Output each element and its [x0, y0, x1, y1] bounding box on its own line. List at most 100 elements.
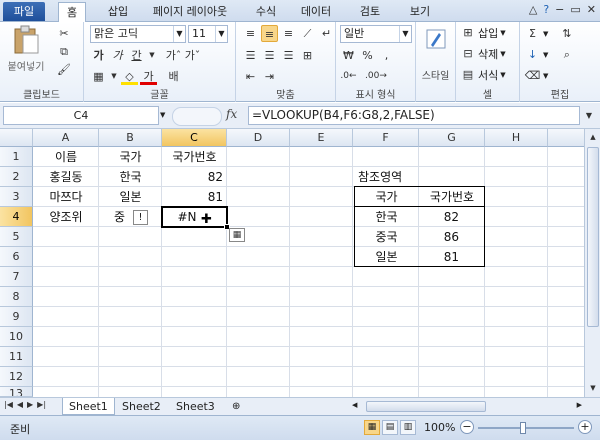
expand-formula-icon[interactable]: ▼	[582, 106, 596, 125]
active-cell-c4[interactable]	[161, 206, 228, 228]
underline-button[interactable]: 간	[128, 47, 145, 64]
row-header-1[interactable]: 1	[0, 147, 33, 167]
last-sheet-icon[interactable]: ▶|	[37, 400, 46, 409]
align-top-icon[interactable]: ≡	[242, 25, 259, 42]
cell-a3[interactable]: 마쯔다	[33, 187, 99, 207]
column-header-e[interactable]: E	[290, 129, 353, 147]
vertical-scroll-thumb[interactable]	[587, 147, 599, 327]
cell-g5[interactable]: 86	[419, 227, 485, 247]
horizontal-scrollbar[interactable]: ◀ ▶	[350, 400, 584, 414]
tab-file[interactable]: 파일	[3, 2, 45, 21]
copy-icon[interactable]: ⧉	[56, 44, 72, 60]
decrease-indent-icon[interactable]: ⇤	[242, 68, 259, 85]
font-name-select[interactable]: 맑은 고딕 ▼	[90, 25, 186, 43]
column-header-d[interactable]: D	[227, 129, 290, 147]
align-middle-icon[interactable]: ≡	[261, 25, 278, 42]
clear-icon[interactable]: ⌫	[524, 67, 541, 84]
row-header-12[interactable]: 12	[0, 367, 33, 387]
align-bottom-icon[interactable]: ≡	[280, 25, 297, 42]
scroll-down-icon[interactable]: ▼	[586, 381, 600, 396]
auto-fill-options-icon[interactable]: ▦	[229, 228, 245, 242]
zoom-slider-track[interactable]	[478, 427, 574, 429]
cell-c2[interactable]: 82	[162, 167, 227, 187]
name-box[interactable]: C4	[3, 106, 159, 125]
cell-a2[interactable]: 홍길동	[33, 167, 99, 187]
tab-formulas[interactable]: 수식	[246, 2, 286, 21]
zoom-level[interactable]: 100%	[424, 421, 455, 434]
row-header-2[interactable]: 2	[0, 167, 33, 187]
column-header-h[interactable]: H	[485, 129, 548, 147]
cell-b3[interactable]: 일본	[99, 187, 162, 207]
tab-data[interactable]: 데이터	[294, 2, 338, 21]
fill-icon[interactable]: ↓	[524, 46, 541, 63]
delete-cells-button[interactable]: ⊟ 삭제 ▼	[460, 46, 505, 62]
increase-font-icon[interactable]: 가ˆ	[165, 47, 182, 64]
row-header-4[interactable]: 4	[0, 207, 33, 227]
insert-function-button[interactable]: fx	[226, 107, 237, 121]
bold-button[interactable]: 가	[90, 47, 107, 64]
increase-decimal-icon[interactable]: .0←	[340, 68, 357, 85]
worksheet-grid[interactable]: A B C D E F G H 1 2 3 4 5 6 7 8 9 10 11 …	[0, 129, 584, 397]
cell-c3[interactable]: 81	[162, 187, 227, 207]
horizontal-scroll-thumb[interactable]	[366, 401, 486, 412]
sheet-tab-sheet1[interactable]: Sheet1	[62, 398, 115, 415]
page-break-view-icon[interactable]: ▥	[400, 420, 416, 435]
sheet-tab-sheet3[interactable]: Sheet3	[170, 398, 221, 415]
fill-color-icon[interactable]: ◇	[121, 68, 138, 85]
cell-g3[interactable]: 국가번호	[419, 187, 485, 207]
row-header-3[interactable]: 3	[0, 187, 33, 207]
formula-input[interactable]: =VLOOKUP(B4,F6:G8,2,FALSE)	[248, 106, 580, 125]
normal-view-icon[interactable]: ▦	[364, 420, 380, 435]
border-icon[interactable]: ▦	[90, 68, 107, 85]
format-cells-button[interactable]: ▤ 서식 ▼	[460, 67, 506, 83]
vertical-scrollbar[interactable]: ▲ ▼	[584, 129, 600, 397]
error-warning-icon[interactable]: !	[133, 210, 148, 225]
cell-f6[interactable]: 일본	[354, 247, 419, 267]
zoom-slider-thumb[interactable]	[520, 422, 526, 434]
chevron-down-icon[interactable]: ▼	[543, 72, 548, 80]
font-size-select[interactable]: 11 ▼	[188, 25, 228, 43]
cell-g4[interactable]: 82	[419, 207, 485, 227]
tab-page-layout[interactable]: 페이지 레이아웃	[142, 2, 238, 21]
next-sheet-icon[interactable]: ▶	[27, 400, 33, 409]
close-icon[interactable]: ✕	[587, 3, 596, 19]
prev-sheet-icon[interactable]: ◀	[17, 400, 23, 409]
paste-button[interactable]: 붙여넣기	[4, 25, 48, 73]
cell-b2[interactable]: 한국	[99, 167, 162, 187]
decrease-font-icon[interactable]: 가ˇ	[184, 47, 201, 64]
cell-f2[interactable]: 참조영역	[358, 167, 424, 187]
cell-c1[interactable]: 국가번호	[162, 147, 227, 167]
increase-indent-icon[interactable]: ⇥	[261, 68, 278, 85]
help-icon[interactable]: ?	[543, 3, 549, 19]
autosum-icon[interactable]: Σ	[524, 25, 541, 42]
scroll-up-icon[interactable]: ▲	[586, 130, 600, 145]
font-color-icon[interactable]: 가	[140, 68, 157, 85]
row-header-8[interactable]: 8	[0, 287, 33, 307]
minimize-ribbon-icon[interactable]: △	[529, 3, 537, 19]
select-all-corner[interactable]	[0, 129, 33, 147]
align-left-icon[interactable]: ☰	[242, 47, 259, 64]
insert-cells-button[interactable]: ⊞ 삽입 ▼	[460, 25, 505, 41]
scroll-right-icon[interactable]: ▶	[577, 401, 582, 409]
row-header-10[interactable]: 10	[0, 327, 33, 347]
wrap-text-icon[interactable]: ↵	[318, 25, 335, 42]
zoom-out-icon[interactable]: −	[460, 420, 474, 434]
chevron-down-icon[interactable]: ▼	[147, 47, 157, 64]
row-header-11[interactable]: 11	[0, 347, 33, 367]
find-select-icon[interactable]: ⌕	[558, 46, 575, 63]
column-header-c[interactable]: C	[162, 129, 227, 147]
tab-review[interactable]: 검토	[350, 2, 390, 21]
zoom-in-icon[interactable]: +	[578, 420, 592, 434]
sheet-tab-sheet2[interactable]: Sheet2	[116, 398, 167, 415]
comma-button[interactable]: ,	[378, 47, 395, 64]
chevron-down-icon[interactable]: ▼	[160, 111, 165, 119]
italic-button[interactable]: 가	[109, 47, 126, 64]
row-header-9[interactable]: 9	[0, 307, 33, 327]
tab-view[interactable]: 보기	[400, 2, 440, 21]
cell-b1[interactable]: 국가	[99, 147, 162, 167]
cell-f4[interactable]: 한국	[354, 207, 419, 227]
column-header-g[interactable]: G	[419, 129, 485, 147]
scroll-left-icon[interactable]: ◀	[352, 401, 357, 409]
restore-icon[interactable]: ▭	[570, 3, 580, 19]
cell-g6[interactable]: 81	[419, 247, 485, 267]
